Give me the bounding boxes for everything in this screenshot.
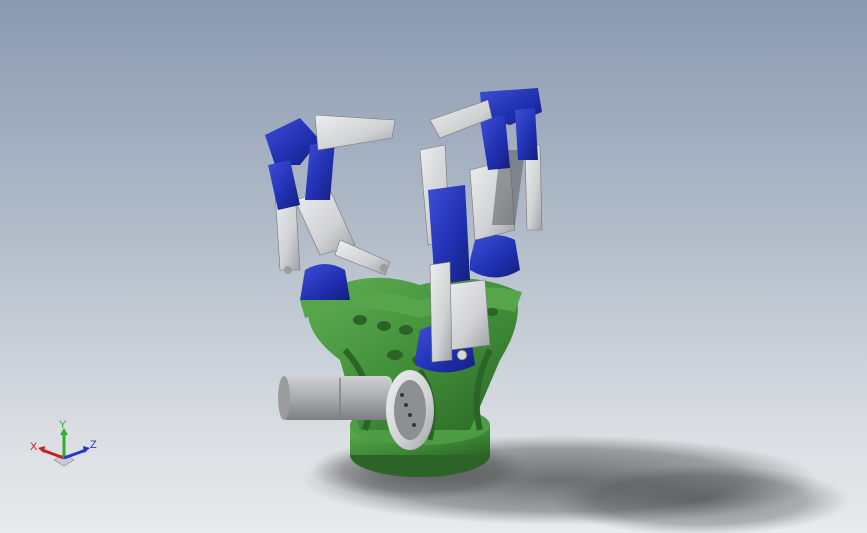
z-arrow-icon [83, 446, 90, 453]
left-finger[interactable] [265, 114, 396, 300]
cad-viewport[interactable]: X Y Z [0, 0, 867, 533]
x-axis-label: X [30, 441, 38, 453]
z-axis-icon [63, 448, 87, 460]
y-axis-label: Y [59, 420, 67, 431]
z-axis-label: Z [90, 439, 97, 451]
coordinate-triad[interactable]: X Y Z [26, 420, 106, 480]
x-arrow-icon [38, 446, 45, 453]
x-axis-icon [41, 448, 65, 460]
gripper-assembly-model[interactable] [0, 0, 867, 533]
